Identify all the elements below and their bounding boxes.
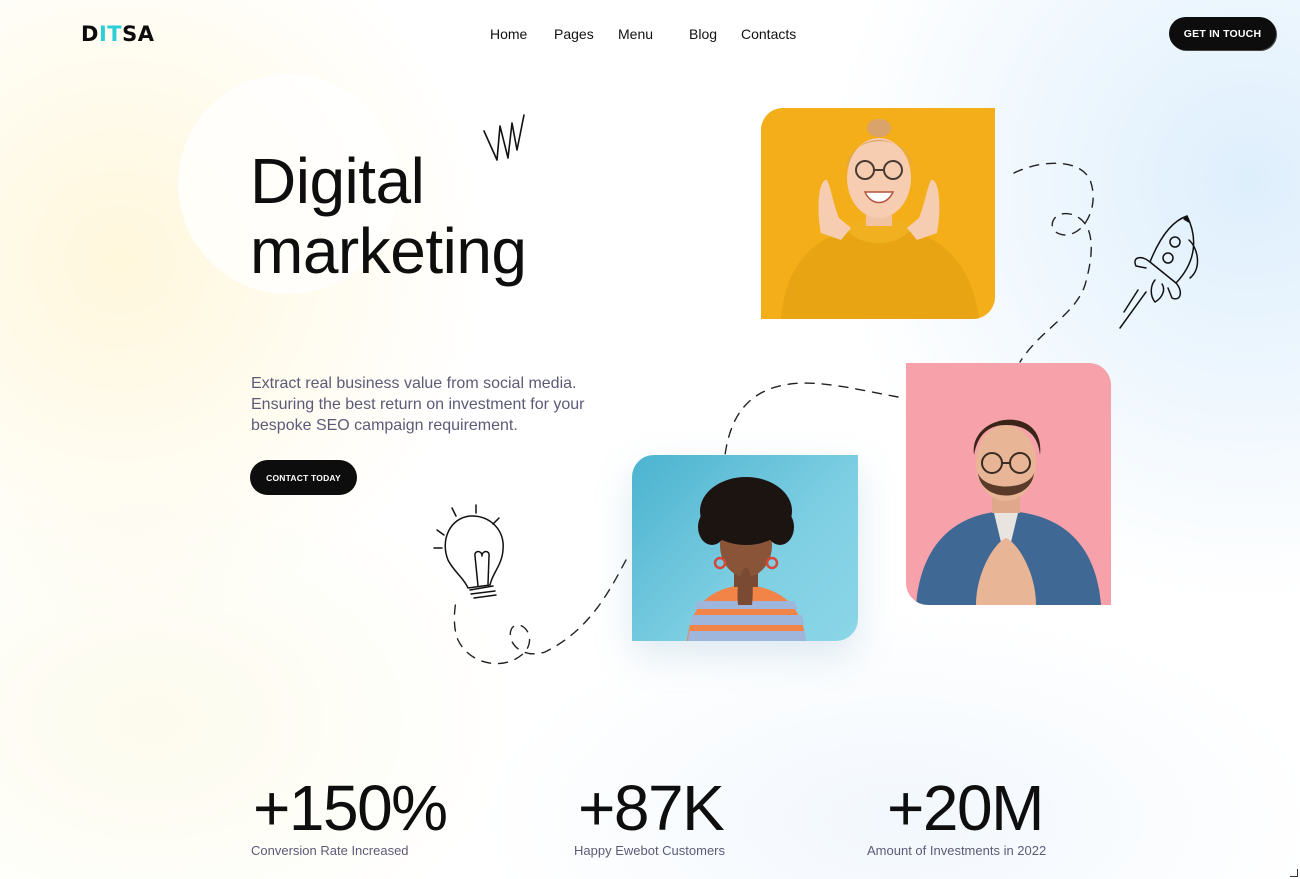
- stat-label: Amount of Investments in 2022: [867, 843, 1047, 858]
- get-in-touch-button[interactable]: GET IN TOUCH: [1169, 17, 1276, 50]
- logo[interactable]: DITSA: [81, 22, 154, 46]
- stat-customers: +87K Happy Ewebot Customers: [574, 775, 725, 859]
- dashed-path-top: [1013, 162, 1094, 363]
- hero-title-line-2: marketing: [250, 215, 527, 287]
- stat-value: +87K: [578, 772, 725, 844]
- hero-description-line-2: Ensuring the best return on investment f…: [251, 396, 585, 413]
- nav-item-menu[interactable]: Menu: [618, 25, 653, 43]
- stat-investments: +20M Amount of Investments in 2022: [867, 775, 1046, 859]
- hero-description-line-3: bespoke SEO campaign requirement.: [251, 417, 518, 434]
- dashed-path-bottom: [453, 559, 627, 665]
- resize-handle[interactable]: [1290, 869, 1298, 877]
- lightbulb-icon: [433, 504, 504, 599]
- stat-label: Conversion Rate Increased: [251, 843, 409, 858]
- nav-item-pages[interactable]: Pages: [554, 25, 594, 43]
- logo-part-2: SA: [122, 22, 155, 46]
- stat-value: +150%: [253, 772, 448, 844]
- hero-title-line-1: Digital: [250, 145, 425, 217]
- logo-accent: IT: [98, 22, 123, 46]
- stat-conversion: +150% Conversion Rate Increased: [251, 772, 448, 859]
- rocket-icon: [1119, 215, 1199, 329]
- logo-part-1: D: [81, 22, 99, 46]
- nav-item-home[interactable]: Home: [490, 25, 527, 43]
- photo-woman-blue: [632, 455, 858, 641]
- contact-today-button[interactable]: CONTACT TODAY: [250, 460, 357, 495]
- nav-item-blog[interactable]: Blog: [689, 25, 717, 43]
- nav-item-contacts[interactable]: Contacts: [741, 25, 796, 43]
- hero-description-line-1: Extract real business value from social …: [251, 375, 577, 392]
- dashed-path-middle: [724, 382, 899, 456]
- hero-title: Digital marketing: [250, 146, 670, 286]
- photo-man-pink: [906, 363, 1111, 605]
- stat-label: Happy Ewebot Customers: [574, 843, 726, 858]
- photo-woman-yellow: [761, 108, 995, 319]
- stat-value: +20M: [887, 772, 1044, 844]
- hero-description: Extract real business value from social …: [251, 373, 641, 436]
